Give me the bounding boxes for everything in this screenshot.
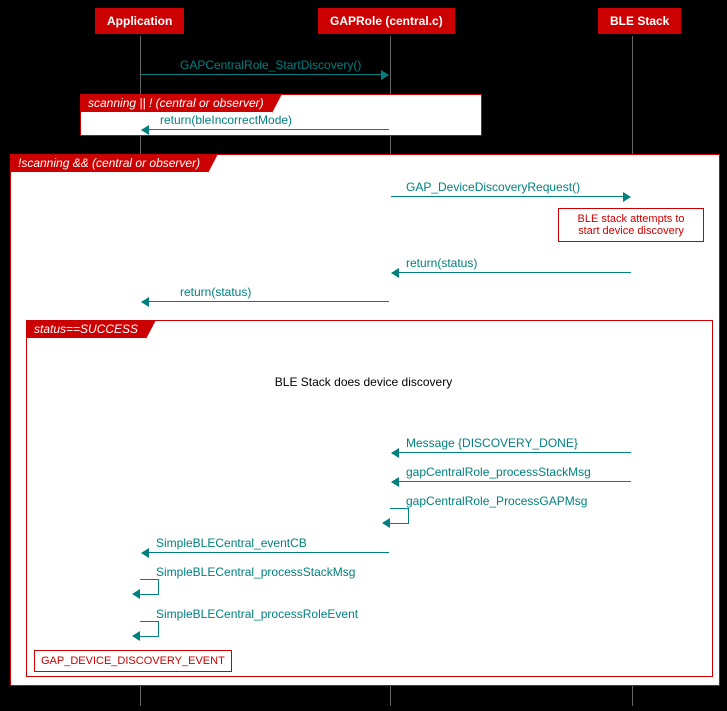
group-label-not-scanning: !scanning && (central or observer) xyxy=(10,154,208,172)
group-label-success: status==SUCCESS xyxy=(26,320,146,338)
participant-blestack: BLE Stack xyxy=(598,8,681,34)
group-success xyxy=(26,320,713,677)
divider-discovery: BLE Stack does device discovery xyxy=(0,375,727,389)
msg-event-cb: SimpleBLECentral_eventCB xyxy=(156,536,307,550)
msg-return-status-2: return(status) xyxy=(180,285,251,299)
arrow xyxy=(142,129,389,130)
sequence-diagram: Application GAPRole (central.c) BLE Stac… xyxy=(0,0,727,711)
note-line2: start device discovery xyxy=(578,225,684,237)
msg-process-stack: gapCentralRole_processStackMsg xyxy=(406,465,591,479)
note-attempts: BLE stack attempts tostart device discov… xyxy=(558,208,704,242)
msg-sbc-process-role: SimpleBLECentral_processRoleEvent xyxy=(156,607,358,621)
self-arrow xyxy=(140,579,159,595)
arrow xyxy=(392,481,631,482)
arrow xyxy=(142,552,389,553)
arrow xyxy=(391,196,630,197)
participant-application: Application xyxy=(95,8,184,34)
self-arrow xyxy=(390,508,409,524)
msg-return-status-1: return(status) xyxy=(406,256,477,270)
self-arrow xyxy=(140,621,159,637)
msg-return-incorrect: return(bleIncorrectMode) xyxy=(160,113,292,127)
arrow xyxy=(392,452,631,453)
msg-process-gap: gapCentralRole_ProcessGAPMsg xyxy=(406,494,587,508)
participant-gaprole: GAPRole (central.c) xyxy=(318,8,455,34)
msg-sbc-process-stack: SimpleBLECentral_processStackMsg xyxy=(156,565,355,579)
group-label-scanning: scanning || ! (central or observer) xyxy=(80,94,272,112)
note-gap-event: GAP_DEVICE_DISCOVERY_EVENT xyxy=(34,650,232,672)
msg-discovery-request: GAP_DeviceDiscoveryRequest() xyxy=(406,180,580,194)
note-line1: BLE stack attempts to xyxy=(578,213,685,225)
arrow xyxy=(142,301,389,302)
msg-discovery-done: Message {DISCOVERY_DONE} xyxy=(406,436,578,450)
arrow xyxy=(141,74,388,75)
msg-start-discovery: GAPCentralRole_StartDiscovery() xyxy=(180,58,361,72)
arrow xyxy=(392,272,631,273)
